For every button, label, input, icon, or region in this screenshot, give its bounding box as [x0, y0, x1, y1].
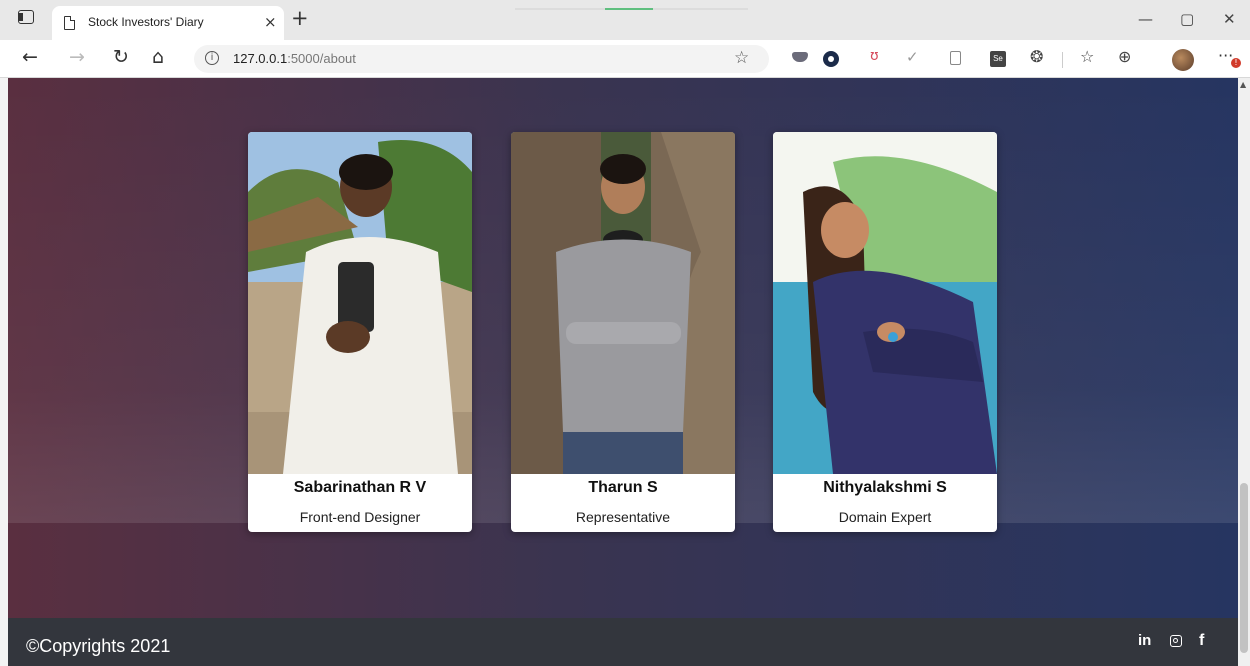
toolbar-divider	[1062, 52, 1063, 68]
facebook-icon[interactable]: f	[1199, 632, 1204, 650]
member-name: Nithyalakshmi S	[823, 479, 947, 496]
collections-icon[interactable]: ⊕	[1118, 47, 1134, 66]
member-role: Representative	[575, 509, 671, 525]
member-photo	[773, 132, 997, 474]
close-window-button[interactable]: ✕	[1223, 10, 1236, 28]
address-bar[interactable]: i 127.0.0.1:5000/about ☆	[194, 45, 769, 73]
scroll-thumb[interactable]	[1240, 483, 1248, 653]
scroll-up-icon[interactable]: ▲	[1240, 80, 1246, 89]
new-tab-button[interactable]: +	[291, 6, 309, 30]
refresh-button[interactable]: ↻	[113, 46, 129, 68]
forward-button[interactable]: →	[69, 46, 85, 68]
tab-active[interactable]: Stock Investors' Diary ×	[52, 6, 284, 40]
close-tab-icon[interactable]: ×	[264, 13, 277, 31]
extension-red-icon[interactable]: ʊ	[870, 48, 886, 64]
copyright-text: ©Copyrights 2021	[26, 636, 171, 656]
profile-avatar[interactable]	[1172, 49, 1194, 71]
document-extension-icon[interactable]	[950, 51, 961, 65]
member-photo	[248, 132, 472, 474]
notification-badge: !	[1231, 58, 1241, 68]
page-scrollbar[interactable]: ▲	[1238, 78, 1250, 666]
loading-accent	[605, 8, 653, 10]
minimize-button[interactable]: —	[1138, 10, 1153, 28]
member-role: Domain Expert	[838, 509, 932, 525]
linkedin-icon[interactable]: in	[1138, 632, 1151, 649]
team-card: Nithyalakshmi S Domain Expert	[773, 132, 997, 532]
url-text[interactable]: 127.0.0.1:5000/about	[233, 51, 356, 66]
url-path: :5000/about	[287, 51, 356, 66]
extensions-icon[interactable]: ❂	[1030, 47, 1046, 66]
member-name: Sabarinathan R V	[293, 479, 427, 496]
member-name: Tharun S	[588, 479, 658, 496]
add-favorite-icon[interactable]: ☆	[734, 48, 749, 68]
check-extension-icon[interactable]: ✓	[906, 48, 922, 66]
site-footer: ©Copyrights 2021 in f	[8, 618, 1238, 666]
team-card: Sabarinathan R V Front-end Designer	[248, 132, 472, 532]
page-icon	[64, 16, 75, 30]
favorites-icon[interactable]: ☆	[1080, 47, 1096, 66]
selenium-extension-icon[interactable]: Se	[990, 51, 1006, 67]
browser-toolbar: ← → ↻ ⌂ i 127.0.0.1:5000/about ☆ ʊ ✓ Se …	[0, 40, 1250, 78]
tab-actions-icon[interactable]	[18, 10, 34, 24]
tab-title: Stock Investors' Diary	[88, 15, 204, 29]
member-photo	[511, 132, 735, 474]
instagram-icon[interactable]	[1170, 635, 1182, 647]
browser-titlebar: Stock Investors' Diary × + — ▢ ✕	[0, 0, 1250, 40]
team-card: Tharun S Representative	[511, 132, 735, 532]
site-info-icon[interactable]: i	[205, 51, 219, 65]
home-button[interactable]: ⌂	[152, 46, 164, 68]
member-role: Front-end Designer	[299, 509, 421, 525]
url-host: 127.0.0.1	[233, 51, 288, 66]
pocket-extension-icon[interactable]	[792, 51, 808, 67]
extension-dot-icon[interactable]	[823, 51, 839, 67]
about-page: Sabarinathan R V Front-end Designer Thar…	[8, 78, 1238, 666]
maximize-button[interactable]: ▢	[1180, 10, 1194, 28]
back-button[interactable]: ←	[22, 46, 38, 68]
